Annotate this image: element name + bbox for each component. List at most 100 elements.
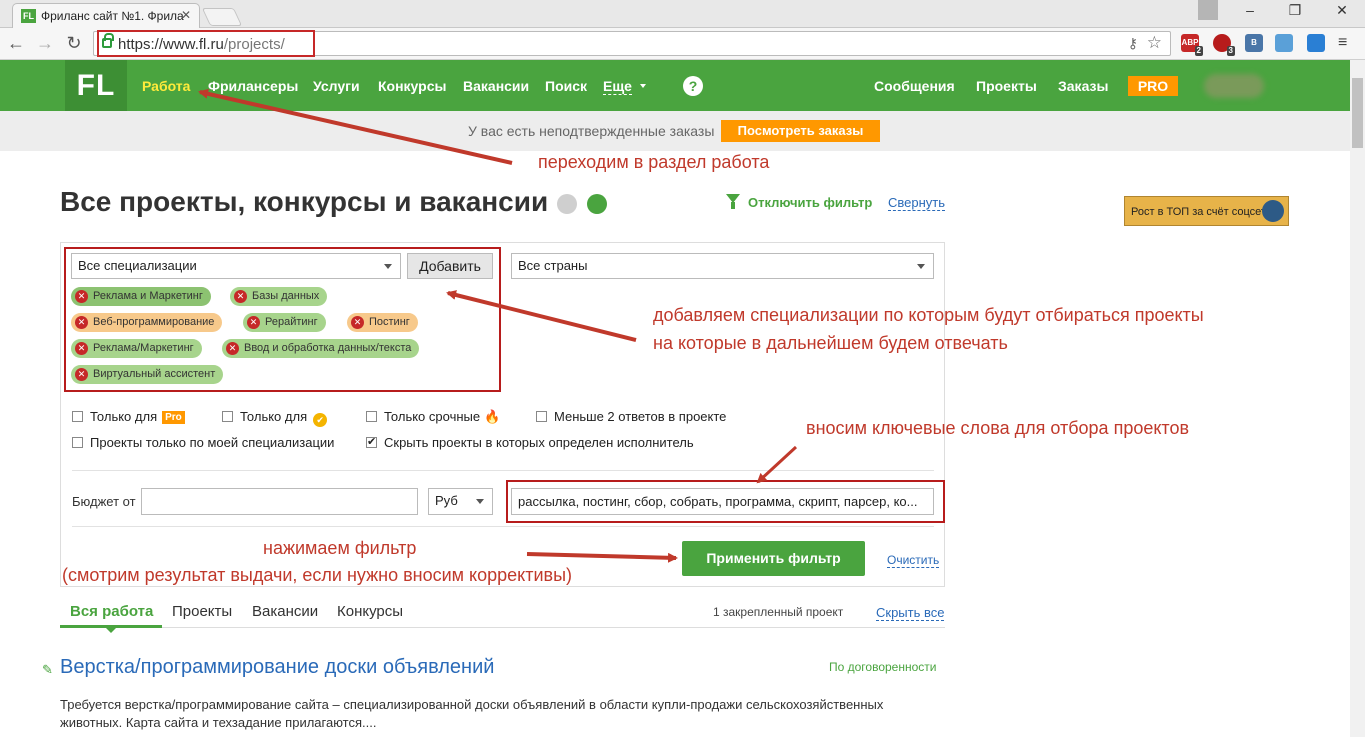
less-answers-checkbox[interactable]: Меньше 2 ответов в проекте [536,409,726,424]
minimize-icon[interactable]: – [1240,2,1260,18]
remove-tag-icon[interactable]: ✕ [247,316,260,329]
browser-tab[interactable]: FL Фриланс сайт №1. Фрила ✕ [12,3,200,28]
key-icon[interactable]: ⚷ [1128,35,1138,52]
tab-title: Фриланс сайт №1. Фрила [41,9,184,23]
checkbox-box[interactable] [536,411,547,422]
nav-search[interactable]: Поиск [545,78,587,94]
restore-icon[interactable]: ❐ [1285,2,1305,19]
country-select[interactable]: Все страны [511,253,934,279]
clear-filter-link[interactable]: Очистить [887,553,940,568]
apply-filter-button[interactable]: Применить фильтр [682,541,865,576]
disable-filter-link[interactable]: Отключить фильтр [748,195,872,210]
url-highlight-box [97,30,315,57]
window-close-icon[interactable]: ✕ [1332,2,1352,19]
only-verified-checkbox[interactable]: Только для ✔ [222,409,328,427]
project-title-link[interactable]: Верстка/программирование доски объявлени… [60,656,494,679]
specialization-tag: ✕ Постинг [347,313,418,332]
remove-tag-icon[interactable]: ✕ [351,316,364,329]
extension-badge: 2 [1194,46,1203,56]
my-spec-checkbox[interactable]: Проекты только по моей специализации [72,435,334,450]
tag-label: Постинг [369,316,410,328]
nav-orders[interactable]: Заказы [1058,78,1108,94]
scrollbar[interactable] [1350,60,1365,737]
tag-label: Веб-программирование [93,316,215,328]
vk-icon[interactable]: B [1245,34,1263,52]
avatar[interactable] [1204,74,1264,98]
keywords-input[interactable]: рассылка, постинг, сбор, собрать, програ… [511,488,934,515]
nav-freelancers[interactable]: Фрилансеры [208,78,298,94]
annotation-specializations-1: добавляем специализации по которым будут… [653,305,1204,325]
hide-assigned-checkbox[interactable]: Скрыть проекты в которых определен испол… [366,435,694,450]
scrollbar-thumb[interactable] [1352,78,1363,148]
checkbox-box[interactable] [366,411,377,422]
specialization-select[interactable]: Все специализации [71,253,401,279]
tab-projects[interactable]: Проекты [172,603,232,620]
adblock-icon[interactable]: ABP 2 [1181,34,1203,56]
checkbox-box[interactable] [72,437,83,448]
currency-select[interactable]: Руб [428,488,493,515]
project-description: Требуется верстка/программирование сайта… [60,697,884,730]
close-tab-icon[interactable]: ✕ [181,8,191,22]
nav-work[interactable]: Работа [142,78,190,94]
hide-all-link[interactable]: Скрыть все [876,605,945,621]
nav-messages[interactable]: Сообщения [874,78,955,94]
only-urgent-checkbox[interactable]: Только срочные 🔥 [366,409,500,425]
fire-icon: 🔥 [484,409,501,424]
nav-services[interactable]: Услуги [313,78,360,94]
nav-projects[interactable]: Проекты [976,78,1037,94]
chevron-down-icon [384,264,392,269]
extension-label: B [1251,38,1257,47]
tab-vacancies[interactable]: Вакансии [252,603,318,620]
tag-label: Базы данных [252,290,320,302]
stop-icon[interactable]: 3 [1213,34,1235,56]
forward-icon[interactable]: → [35,33,55,54]
country-select-value: Все страны [518,258,588,273]
checkbox-box-checked[interactable] [366,435,377,448]
active-tab-indicator [60,625,162,633]
user-profile-icon[interactable] [1198,0,1218,20]
new-tab-button[interactable] [201,8,243,26]
reload-icon[interactable]: ↻ [64,33,84,54]
rss-list-icon[interactable] [587,194,607,214]
remove-tag-icon[interactable]: ✕ [226,342,239,355]
remove-tag-icon[interactable]: ✕ [75,368,88,381]
remove-tag-icon[interactable]: ✕ [75,316,88,329]
menu-icon[interactable]: ≡ [1338,34,1347,52]
nav-vacancies[interactable]: Вакансии [463,78,529,94]
only-pro-checkbox[interactable]: Только для Pro [72,409,185,424]
promo-banner[interactable]: Рост в ТОП за счёт соцсетей [1124,196,1289,226]
list-view-icon[interactable] [557,194,577,214]
budget-input[interactable] [141,488,418,515]
currency-value: Руб [435,493,458,508]
specialization-tag: ✕ Реклама и Маркетинг [71,287,211,306]
checkbox-box[interactable] [72,411,83,422]
nav-more[interactable]: Еще [603,78,632,95]
site-logo[interactable]: FL [65,60,127,111]
back-icon[interactable]: ← [6,33,26,54]
annotation-filter-2: (смотрим результат выдачи, если нужно вн… [62,565,573,585]
check-ext-icon[interactable] [1307,34,1325,52]
add-specialization-button[interactable]: Добавить [407,253,493,279]
tab-all-work[interactable]: Вся работа [70,603,153,620]
tag-label: Реклама и Маркетинг [93,290,203,302]
extension-badge: 3 [1226,46,1235,56]
specialization-select-value: Все специализации [78,258,197,273]
tabs-divider [60,627,945,628]
specialization-tag: ✕ Ввод и обработка данных/текста [222,339,420,358]
checkbox-box[interactable] [222,411,233,422]
bookmark-star-icon[interactable]: ☆ [1147,33,1162,53]
remove-tag-icon[interactable]: ✕ [234,290,247,303]
remove-tag-icon[interactable]: ✕ [75,342,88,355]
remove-tag-icon[interactable]: ✕ [75,290,88,303]
fl-favicon-icon: FL [21,9,36,23]
specialization-tag: ✕ Рерайтинг [243,313,326,332]
checkbox-label: Только для [240,409,308,424]
tab-contests[interactable]: Конкурсы [337,603,403,620]
help-icon[interactable]: ? [683,76,703,96]
pro-button[interactable]: PRO [1128,76,1178,96]
nav-contests[interactable]: Конкурсы [378,78,446,94]
collapse-link[interactable]: Свернуть [888,195,946,211]
feather-icon[interactable] [1275,34,1293,52]
specialization-tag: ✕ Виртуальный ассистент [71,365,224,384]
view-orders-button[interactable]: Посмотреть заказы [721,120,880,142]
